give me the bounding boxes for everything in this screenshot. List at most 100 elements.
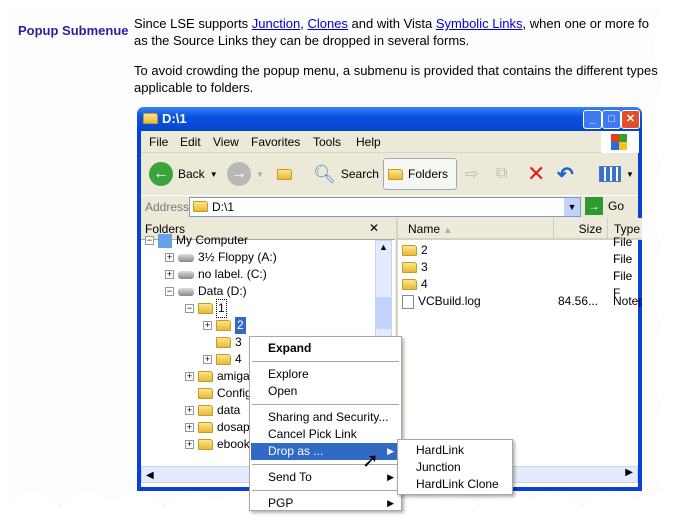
mouse-cursor-icon: ➚ [362,450,379,472]
text: and with Vista [347,16,436,31]
folder-icon [402,245,417,256]
tree-item[interactable]: + ebook [185,436,250,453]
up-folder-icon [277,168,292,180]
computer-icon [158,233,172,248]
minimize-button[interactable]: _ [583,110,602,129]
delete-x-icon: ✕ [527,161,546,186]
submenu-item-junction[interactable]: Junction [399,459,511,476]
forward-button[interactable]: → ▼ [227,158,264,190]
maximize-button[interactable]: □ [602,110,621,129]
file-row[interactable]: 4 File F [402,269,642,300]
undo-button[interactable]: ↶ [557,158,574,190]
tree-item-label: Config [217,386,252,400]
back-label: Back [178,167,205,181]
text: , when one or more fo [522,16,650,31]
tree-item[interactable]: + dosap [185,419,250,436]
close-pane-button[interactable]: ✕ [369,221,379,235]
back-arrow-icon: ← [149,162,173,186]
up-folder-button[interactable] [277,158,292,190]
search-button[interactable]: 🔍︎ Search [313,158,379,190]
tree-item[interactable]: +3½ Floppy (A:) [165,249,277,266]
menu-file[interactable]: File [149,135,168,149]
menu-item-expand[interactable]: Expand [251,340,400,357]
expand-icon[interactable]: + [165,270,174,279]
title-bar[interactable]: D:\1 _ □ ✕ [137,107,642,131]
file-row[interactable]: 3 File F [402,252,642,283]
tree-item-label: 1 [216,299,227,318]
folders-button[interactable]: Folders [383,158,457,190]
clones-link[interactable]: Clones [307,16,347,31]
submenu-arrow-icon: ▶ [387,446,394,456]
folder-icon [198,303,213,314]
tree-item-label: no label. (C:) [198,267,267,281]
back-button[interactable]: ← Back ▼ [149,158,218,190]
menu-view[interactable]: View [213,135,239,149]
menu-tools[interactable]: Tools [313,135,341,149]
expand-icon[interactable]: + [185,406,194,415]
folder-icon [198,405,213,416]
menu-help[interactable]: Help [356,135,381,149]
tree-item-label: My Computer [176,233,249,247]
expand-icon[interactable]: + [165,253,174,262]
go-button[interactable]: → Go [585,197,624,215]
close-button[interactable]: ✕ [621,110,640,129]
folders-label: Folders [408,167,449,181]
symbolic-links-link[interactable]: Symbolic Links [436,16,523,31]
address-bar: Address D:\1 ▼ → Go [141,195,638,218]
expand-icon[interactable]: + [185,372,194,381]
submenu-item-hardlink[interactable]: HardLink [399,442,511,459]
window-title: D:\1 [162,111,187,126]
copy-to-button[interactable]: ⧉ [496,158,507,190]
tree-item[interactable]: +4 [203,351,242,368]
expand-icon[interactable]: + [185,423,194,432]
tree-item[interactable]: +Config [185,385,252,402]
expand-icon[interactable]: + [185,440,194,449]
tree-item[interactable]: + amiga [185,368,250,385]
junction-link[interactable]: Junction [252,16,300,31]
collapse-icon[interactable]: − [165,287,174,296]
menu-item-cancel-pick-link[interactable]: Cancel Pick Link [251,426,400,443]
move-to-button[interactable]: ⇨ [465,158,478,190]
menu-edit[interactable]: Edit [180,135,201,149]
column-label: Size [578,222,602,236]
menu-bar: File Edit View Favorites Tools Help [141,131,639,153]
menu-item-pgp[interactable]: PGP ▶ [251,495,400,512]
delete-button[interactable]: ✕ [527,158,545,190]
expand-icon[interactable]: + [203,355,212,364]
expand-icon[interactable]: + [203,321,212,330]
collapse-icon[interactable]: − [145,236,154,245]
tree-item[interactable]: +2 [203,317,246,334]
tree-item[interactable]: + no label. (C:) [165,266,267,283]
folder-icon [402,279,417,290]
file-row[interactable]: VCBuild.log 84.56... Notep [402,293,642,310]
file-name: 3 [421,260,428,274]
submenu-item-hardlink-clone[interactable]: HardLink Clone [399,476,511,493]
drive-icon [178,287,194,296]
folder-icon [143,113,158,124]
tree-item[interactable]: − Data (D:) [165,283,247,300]
tree-item-label: Data (D:) [198,284,247,298]
submenu-arrow-icon: ▶ [387,472,394,482]
move-to-icon: ⇨ [465,166,479,183]
menu-item-open[interactable]: Open [251,383,400,400]
tree-item[interactable]: −1 [185,299,227,318]
tree-item[interactable]: − My Computer [145,232,248,249]
column-name[interactable]: Name ▲ [398,218,553,240]
send-to-label: Send To [268,470,312,484]
submenu-arrow-icon: ▶ [387,498,394,508]
tree-item-label: 3½ Floppy (A:) [198,250,277,264]
address-input[interactable]: D:\1 ▼ [189,197,581,217]
tree-item[interactable]: +3 [203,334,242,351]
file-name: 4 [421,277,428,291]
address-dropdown-button[interactable]: ▼ [564,198,580,216]
text-file-icon [402,294,414,309]
menu-item-sharing[interactable]: Sharing and Security... [251,409,400,426]
column-size[interactable]: Size [553,218,607,240]
text: Since LSE supports [134,16,252,31]
file-row[interactable]: 2 File F [402,235,642,266]
views-button[interactable]: ▼ [599,158,634,190]
menu-favorites[interactable]: Favorites [251,135,300,149]
menu-item-explore[interactable]: Explore [251,366,400,383]
tree-item[interactable]: + data [185,402,240,419]
collapse-icon[interactable]: − [185,304,194,313]
